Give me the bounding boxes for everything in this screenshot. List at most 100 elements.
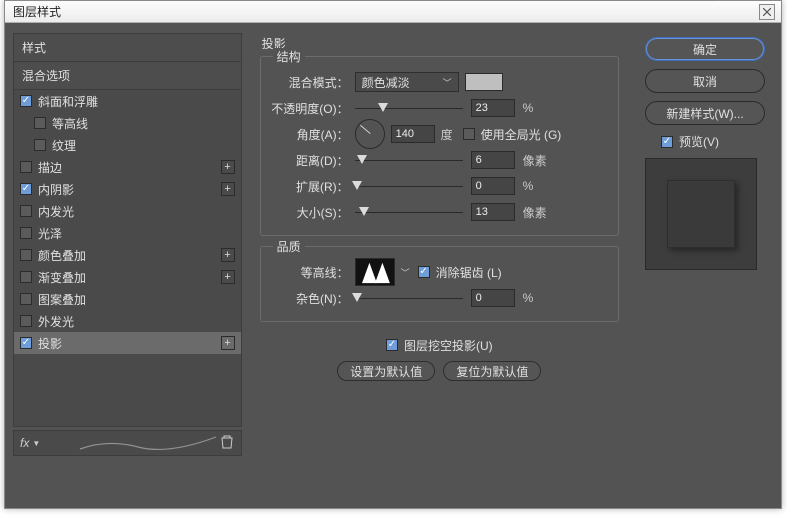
fx-menu-caret[interactable]: ▼ <box>32 439 40 448</box>
style-checkbox[interactable] <box>34 117 46 129</box>
structure-legend: 结构 <box>273 48 305 65</box>
contour-picker[interactable] <box>355 258 395 286</box>
spread-input[interactable]: 0 <box>471 177 515 195</box>
style-item-11[interactable]: 投影 <box>14 332 241 354</box>
styles-panel: 样式 混合选项 斜面和浮雕等高线纹理描边内阴影内发光光泽颜色叠加渐变叠加图案叠加… <box>5 23 250 508</box>
add-effect-button[interactable] <box>221 270 235 284</box>
action-panel: 确定 取消 新建样式(W)... 预览(V) <box>629 23 781 508</box>
noise-slider[interactable] <box>355 290 463 306</box>
styles-header[interactable]: 样式 <box>14 34 241 62</box>
style-item-2[interactable]: 纹理 <box>14 134 241 156</box>
distance-unit: 像素 <box>523 152 547 169</box>
style-checkbox[interactable] <box>20 205 32 217</box>
style-label: 光泽 <box>38 225 62 242</box>
layer-style-dialog: SYUAN.COM 图层样式 样式 混合选项 斜面和浮雕等高线纹理描边内阴影内发… <box>4 0 782 509</box>
ok-button[interactable]: 确定 <box>645 37 765 61</box>
style-label: 渐变叠加 <box>38 269 86 286</box>
quality-legend: 品质 <box>273 238 305 255</box>
style-checkbox[interactable] <box>20 271 32 283</box>
style-item-3[interactable]: 描边 <box>14 156 241 178</box>
size-label: 大小(S)： <box>271 204 349 221</box>
style-label: 等高线 <box>52 115 88 132</box>
style-label: 图案叠加 <box>38 291 86 308</box>
noise-input[interactable]: 0 <box>471 289 515 307</box>
style-checkbox[interactable] <box>20 227 32 239</box>
blend-mode-value: 颜色减淡 <box>362 74 410 91</box>
style-item-1[interactable]: 等高线 <box>14 112 241 134</box>
noise-label: 杂色(N)： <box>271 290 349 307</box>
preview-checkbox[interactable] <box>661 136 673 148</box>
style-label: 外发光 <box>38 313 74 330</box>
titlebar[interactable]: 图层样式 <box>5 1 781 23</box>
style-label: 斜面和浮雕 <box>38 93 98 110</box>
styles-footer: fx ▼ <box>13 430 242 456</box>
style-item-7[interactable]: 颜色叠加 <box>14 244 241 266</box>
antialias-label: 消除锯齿 (L) <box>436 264 502 281</box>
add-effect-button[interactable] <box>221 160 235 174</box>
trash-icon[interactable] <box>221 435 233 452</box>
style-label: 内发光 <box>38 203 74 220</box>
size-input[interactable]: 13 <box>471 203 515 221</box>
cancel-button[interactable]: 取消 <box>645 69 765 93</box>
style-label: 投影 <box>38 335 62 352</box>
style-checkbox[interactable] <box>20 95 32 107</box>
noise-unit: % <box>523 291 534 305</box>
decorative-stroke <box>78 435 218 453</box>
distance-label: 距离(D)： <box>271 152 349 169</box>
style-item-6[interactable]: 光泽 <box>14 222 241 244</box>
style-item-10[interactable]: 外发光 <box>14 310 241 332</box>
global-light-label: 使用全局光 (G) <box>481 126 562 143</box>
opacity-input[interactable]: 23 <box>471 99 515 117</box>
structure-group: 结构 混合模式： 颜色减淡﹀ 不透明度(O)： 23 % 角度(A)： <box>260 56 619 236</box>
style-checkbox[interactable] <box>20 249 32 261</box>
make-default-button[interactable]: 设置为默认值 <box>337 361 435 381</box>
angle-input[interactable]: 140 <box>391 125 435 143</box>
color-swatch[interactable] <box>465 73 503 91</box>
add-effect-button[interactable] <box>221 182 235 196</box>
style-item-5[interactable]: 内发光 <box>14 200 241 222</box>
contour-caret[interactable]: ﹀ <box>401 266 410 279</box>
style-item-4[interactable]: 内阴影 <box>14 178 241 200</box>
style-item-0[interactable]: 斜面和浮雕 <box>14 90 241 112</box>
quality-group: 品质 等高线： ﹀ 消除锯齿 (L) 杂色(N)： 0 % <box>260 246 619 322</box>
antialias-checkbox[interactable] <box>418 266 430 278</box>
style-checkbox[interactable] <box>20 161 32 173</box>
global-light-checkbox[interactable] <box>463 128 475 140</box>
style-item-9[interactable]: 图案叠加 <box>14 288 241 310</box>
fx-button[interactable]: fx <box>20 436 29 450</box>
angle-unit: 度 <box>441 126 453 143</box>
blend-mode-select[interactable]: 颜色减淡﹀ <box>355 72 459 92</box>
add-effect-button[interactable] <box>221 248 235 262</box>
distance-slider[interactable] <box>355 152 463 168</box>
knockout-label: 图层挖空投影(U) <box>404 337 493 354</box>
style-checkbox[interactable] <box>20 183 32 195</box>
opacity-slider[interactable] <box>355 100 463 116</box>
dialog-title: 图层样式 <box>13 3 61 20</box>
angle-label: 角度(A)： <box>271 126 349 143</box>
knockout-checkbox[interactable] <box>386 339 398 351</box>
settings-panel: 投影 结构 混合模式： 颜色减淡﹀ 不透明度(O)： 23 % 角 <box>250 23 629 508</box>
spread-slider[interactable] <box>355 178 463 194</box>
close-button[interactable] <box>759 4 775 20</box>
distance-input[interactable]: 6 <box>471 151 515 169</box>
style-label: 描边 <box>38 159 62 176</box>
angle-dial[interactable] <box>355 119 385 149</box>
spread-label: 扩展(R)： <box>271 178 349 195</box>
style-item-8[interactable]: 渐变叠加 <box>14 266 241 288</box>
blend-mode-label: 混合模式： <box>271 74 349 91</box>
opacity-label: 不透明度(O)： <box>271 100 349 117</box>
style-label: 颜色叠加 <box>38 247 86 264</box>
new-style-button[interactable]: 新建样式(W)... <box>645 101 765 125</box>
size-slider[interactable] <box>355 204 463 220</box>
style-checkbox[interactable] <box>20 337 32 349</box>
size-unit: 像素 <box>523 204 547 221</box>
style-label: 内阴影 <box>38 181 74 198</box>
style-checkbox[interactable] <box>20 315 32 327</box>
spread-unit: % <box>523 179 534 193</box>
style-checkbox[interactable] <box>20 293 32 305</box>
add-effect-button[interactable] <box>221 336 235 350</box>
reset-default-button[interactable]: 复位为默认值 <box>443 361 541 381</box>
blend-options-header[interactable]: 混合选项 <box>14 62 241 90</box>
contour-label: 等高线： <box>271 264 349 281</box>
style-checkbox[interactable] <box>34 139 46 151</box>
